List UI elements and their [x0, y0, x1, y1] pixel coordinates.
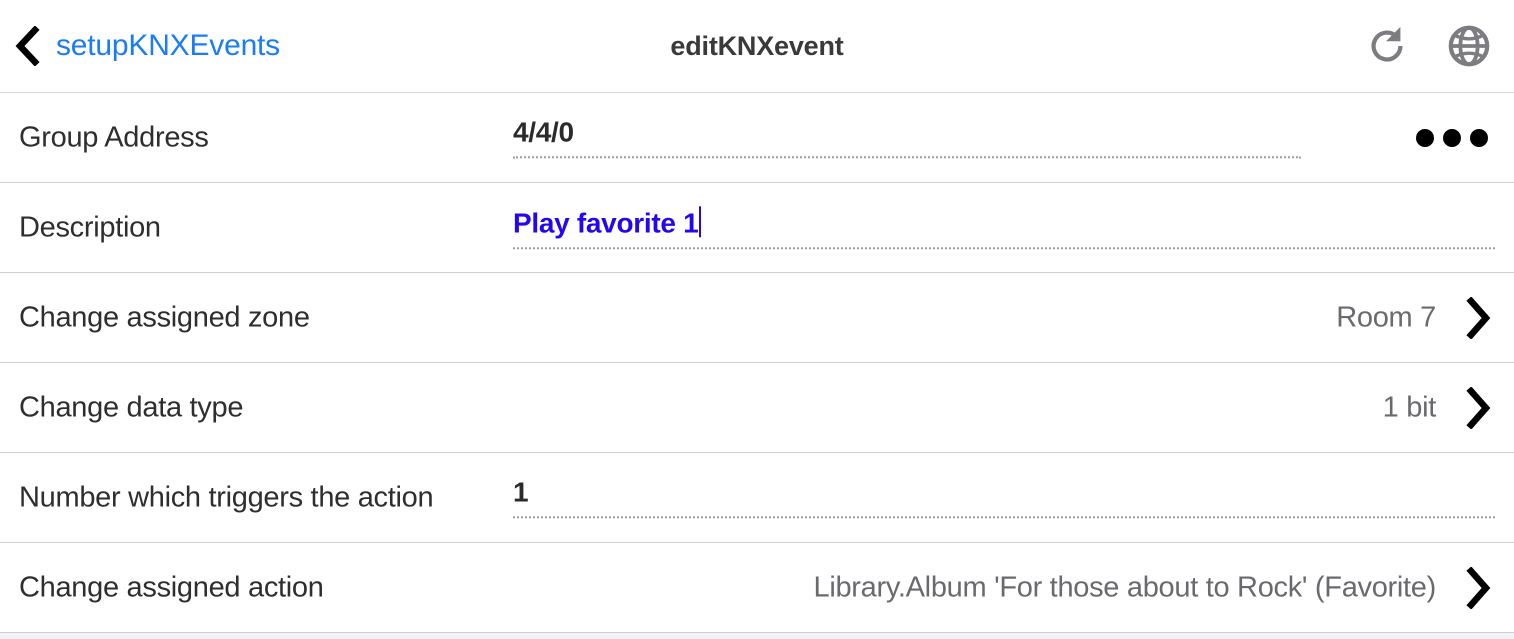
navigation-bar: setupKNXEvents editKNXevent [0, 0, 1514, 93]
dot [1416, 128, 1434, 147]
row-label: Change data type [19, 391, 244, 423]
description-input[interactable]: Play favorite 1 [513, 205, 1495, 250]
description-value: Play favorite 1 [513, 206, 699, 238]
text-caret [699, 205, 702, 237]
description-value-wrap: Play favorite 1 [513, 205, 1495, 247]
edit-knx-event-screen: setupKNXEvents editKNXevent Group Addres… [0, 0, 1514, 639]
trigger-number-input[interactable]: 1 [513, 475, 1495, 519]
back-button-label: setupKNXEvents [56, 29, 280, 62]
row-label: Change assigned action [19, 571, 324, 603]
assigned-zone-value: Room 7 [1336, 301, 1436, 333]
chevron-left-icon [15, 26, 40, 66]
row-label: Description [19, 211, 161, 243]
group-address-value: 4/4/0 [513, 115, 574, 147]
row-label: Group Address [19, 121, 209, 153]
navigation-actions [1364, 0, 1492, 92]
bottom-edge [0, 633, 1514, 639]
ellipsis-menu-button[interactable] [1412, 119, 1492, 157]
dot [1443, 128, 1461, 147]
input-underline [513, 247, 1495, 250]
refresh-icon[interactable] [1364, 23, 1410, 69]
row-change-assigned-action[interactable]: Change assigned action Library.Album 'Fo… [0, 543, 1514, 633]
data-type-value: 1 bit [1382, 391, 1437, 423]
globe-icon[interactable] [1446, 23, 1492, 69]
chevron-right-icon[interactable] [1466, 566, 1492, 609]
row-description[interactable]: Description Play favorite 1 [0, 183, 1514, 273]
chevron-right-icon[interactable] [1466, 386, 1492, 429]
input-underline [513, 516, 1495, 519]
row-group-address[interactable]: Group Address 4/4/0 [0, 93, 1514, 183]
row-change-data-type[interactable]: Change data type 1 bit [0, 363, 1514, 453]
row-change-assigned-zone[interactable]: Change assigned zone Room 7 [0, 273, 1514, 363]
row-label: Number which triggers the action [19, 481, 434, 513]
settings-list: Group Address 4/4/0 Description Play fav… [0, 93, 1514, 633]
input-underline [513, 156, 1301, 159]
back-button[interactable]: setupKNXEvents [14, 0, 280, 92]
group-address-input[interactable]: 4/4/0 [513, 115, 1301, 159]
row-trigger-number[interactable]: Number which triggers the action 1 [0, 453, 1514, 543]
assigned-action-value: Library.Album 'For those about to Rock' … [813, 571, 1436, 603]
trigger-number-value: 1 [513, 475, 529, 507]
chevron-right-icon[interactable] [1466, 296, 1492, 339]
row-label: Change assigned zone [19, 301, 310, 333]
dot [1470, 128, 1488, 147]
